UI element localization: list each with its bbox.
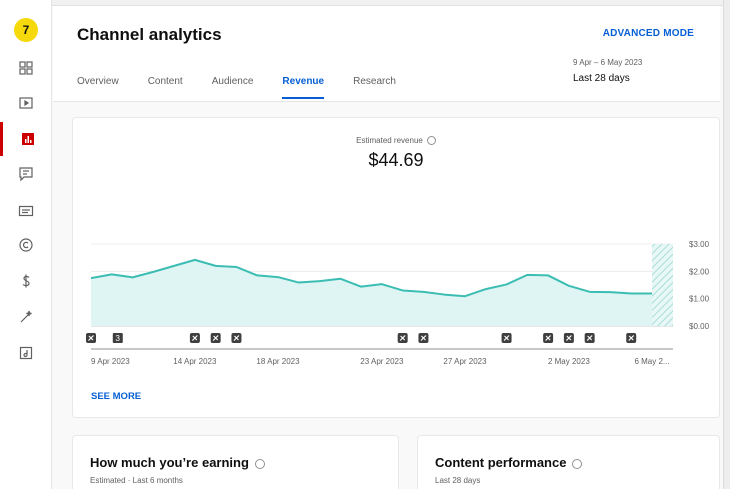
tab-research[interactable]: Research: [353, 76, 396, 99]
channel-avatar[interactable]: 7: [14, 18, 38, 42]
sidebar: 7: [0, 0, 52, 489]
info-icon[interactable]: [254, 458, 265, 469]
video-upload-marker: [563, 333, 574, 343]
magic-wand-icon: [20, 310, 32, 323]
video-upload-marker: [231, 333, 242, 343]
incomplete-data-region: [652, 244, 673, 326]
tab-revenue[interactable]: Revenue: [282, 76, 324, 99]
date-range-picker[interactable]: Last 28 days: [573, 73, 630, 84]
sidebar-item-audio-library[interactable]: [0, 336, 52, 370]
revenue-area: [91, 259, 652, 326]
content-performance-subtitle: Last 28 days: [435, 476, 481, 485]
y-tick-label: $0.00: [689, 322, 710, 331]
x-tick-label: 27 Apr 2023: [443, 357, 487, 366]
video-upload-marker: [86, 333, 96, 343]
sidebar-item-earn[interactable]: [0, 264, 52, 298]
video-count-marker-label: 3: [116, 334, 121, 343]
sidebar-item-customisation[interactable]: [0, 300, 52, 334]
x-tick-label: 9 Apr 2023: [91, 357, 130, 366]
content-performance-title-text: Content performance: [435, 455, 567, 470]
video-upload-marker: [626, 333, 637, 343]
sidebar-item-comments[interactable]: [0, 157, 52, 191]
subtitles-icon: [18, 205, 34, 217]
earnings-card-subtitle: Estimated · Last 6 months: [90, 476, 183, 485]
content-performance-card: Content performance Last 28 days: [417, 435, 720, 489]
earnings-card-title-text: How much you’re earning: [90, 455, 249, 470]
revenue-card: Estimated revenue $44.69 $3.00 $2.00 $1.00…: [72, 117, 720, 418]
tab-overview[interactable]: Overview: [77, 76, 119, 99]
y-tick-label: $1.00: [689, 295, 710, 304]
video-upload-marker: [543, 333, 554, 343]
content-performance-title: Content performance: [435, 455, 583, 470]
info-icon[interactable]: [572, 458, 583, 469]
x-tick-label: 23 Apr 2023: [360, 357, 404, 366]
audio-library-icon: [19, 346, 33, 360]
sidebar-item-dashboard[interactable]: [0, 51, 52, 85]
window-right-edge: [723, 0, 730, 489]
see-more-link[interactable]: SEE MORE: [91, 391, 141, 402]
y-tick-label: $2.00: [689, 267, 710, 276]
x-tick-label: 14 Apr 2023: [173, 357, 217, 366]
copyright-icon: [19, 238, 33, 252]
sidebar-item-analytics[interactable]: [0, 122, 52, 156]
video-upload-marker: [210, 333, 221, 343]
sidebar-item-content[interactable]: [0, 86, 52, 120]
analytics-header: Channel analytics ADVANCED MODE Overview…: [53, 6, 720, 102]
dashboard-icon: [19, 61, 33, 75]
sidebar-item-copyright[interactable]: [0, 228, 52, 262]
x-tick-label: 18 Apr 2023: [256, 357, 300, 366]
comments-icon: [19, 167, 33, 182]
sidebar-item-subtitles[interactable]: [0, 194, 52, 228]
tab-audience[interactable]: Audience: [212, 76, 254, 99]
video-upload-marker: [189, 333, 200, 343]
tab-content[interactable]: Content: [148, 76, 183, 99]
video-icon: [19, 97, 33, 109]
date-range-text[interactable]: 9 Apr – 6 May 2023: [573, 58, 642, 67]
dollar-icon: [22, 274, 30, 288]
advanced-mode-button[interactable]: ADVANCED MODE: [603, 28, 694, 39]
page-title: Channel analytics: [77, 25, 222, 44]
earnings-card-title: How much you’re earning: [90, 455, 265, 470]
video-upload-marker: [397, 333, 408, 343]
video-upload-marker: [501, 333, 512, 343]
video-upload-marker: [584, 333, 595, 343]
earnings-card: How much you’re earning Estimated · Last…: [72, 435, 399, 489]
revenue-chart[interactable]: $3.00 $2.00 $1.00 $0.00 3 9 Apr 2023 14 Apr 20…: [73, 118, 721, 378]
x-tick-label: 2 May 2023: [548, 357, 590, 366]
analytics-icon: [21, 133, 34, 145]
channel-avatar-text: 7: [22, 23, 30, 37]
y-tick-label: $3.00: [689, 240, 710, 249]
video-upload-marker: [418, 333, 429, 343]
analytics-tabs: Overview Content Audience Revenue Resear…: [77, 76, 425, 99]
x-tick-label: 6 May 2...: [634, 357, 669, 366]
